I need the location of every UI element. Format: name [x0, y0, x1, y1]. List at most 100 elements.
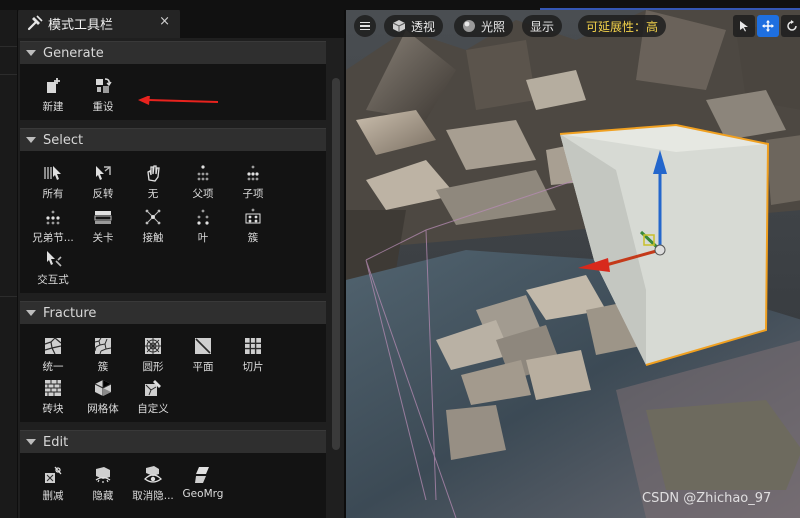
custom-icon [145, 380, 161, 396]
leaf-icon [197, 209, 209, 225]
section-header-edit[interactable]: Edit [20, 430, 326, 453]
panel-scrollbar[interactable] [332, 78, 340, 450]
tool-label: 切片 [242, 361, 264, 373]
lighting-label: 光照 [481, 19, 506, 34]
select-mode-button[interactable] [733, 15, 755, 37]
lighting-button[interactable]: 光照 [454, 15, 514, 37]
brick-icon [45, 380, 61, 396]
tool-plane[interactable]: 平面 [178, 336, 228, 378]
tool-label: 平面 [192, 361, 214, 373]
tool-cluster-fracture[interactable]: 簇 [78, 336, 128, 378]
tool-label: 新建 [42, 101, 64, 113]
rock [766, 135, 800, 205]
section-title: Edit [43, 434, 69, 450]
tool-uniform[interactable]: 统一 [28, 336, 78, 378]
section-title: Fracture [43, 305, 97, 321]
tool-reset[interactable]: 重设 [78, 76, 128, 118]
tool-label: 兄弟节... [32, 232, 74, 244]
tool-interactive[interactable]: 交互式 [28, 249, 78, 291]
tool-level[interactable]: 关卡 [78, 207, 128, 249]
tool-cluster[interactable]: 簇 [228, 207, 278, 249]
tool-label: 父项 [192, 188, 214, 200]
tool-leaf[interactable]: 叶 [178, 207, 228, 249]
chevron-down-icon [26, 310, 36, 316]
hamburger-icon-line [360, 21, 370, 24]
dock-divider [0, 74, 17, 75]
hide-icon [95, 467, 111, 483]
viewport-scene [346, 10, 800, 518]
tool-contact[interactable]: 接触 [128, 207, 178, 249]
siblings-icon [46, 210, 60, 225]
tool-label: 子项 [242, 188, 264, 200]
tool-mesh[interactable]: 网格体 [78, 378, 128, 420]
tool-label: 交互式 [37, 274, 69, 286]
tab-mode-toolbar[interactable]: 模式工具栏 × [18, 8, 180, 38]
tool-label: 重设 [92, 101, 114, 113]
cluster-fracture-icon [94, 337, 112, 355]
tool-select-all[interactable]: 所有 [28, 163, 78, 205]
tool-label: 簇 [247, 232, 259, 244]
tool-custom[interactable]: 自定义 [128, 378, 178, 420]
tool-label: 统一 [42, 361, 64, 373]
tool-brick[interactable]: 砖块 [28, 378, 78, 420]
section-header-fracture[interactable]: Fracture [20, 301, 326, 324]
hamburger-icon-line [360, 25, 370, 27]
tool-radial[interactable]: 圆形 [128, 336, 178, 378]
dock-divider [0, 296, 17, 297]
tool-label: 关卡 [92, 232, 114, 244]
tool-label: 无 [147, 188, 159, 200]
tool-parent[interactable]: 父项 [178, 163, 228, 205]
tool-hide[interactable]: 隐藏 [78, 465, 128, 507]
section-header-select[interactable]: Select [20, 128, 326, 151]
panel-content: Generate 新建 重设 Select 所有 反转 无 父项 子项 兄弟节.… [18, 38, 344, 518]
tool-children[interactable]: 子项 [228, 163, 278, 205]
rotate-mode-button[interactable] [781, 15, 800, 37]
prune-icon [45, 466, 62, 483]
viewport-menu-button[interactable] [354, 15, 376, 37]
show-button[interactable]: 显示 [522, 15, 563, 37]
perspective-button[interactable]: 透视 [384, 15, 444, 37]
unhide-icon [144, 466, 162, 483]
mode-toolbar-panel: 模式工具栏 × Generate 新建 重设 Select 所有 反转 无 父项… [18, 0, 344, 518]
children-icon [247, 165, 259, 181]
uniform-icon [44, 337, 62, 355]
move-icon [762, 20, 774, 32]
scalability-button[interactable]: 可延展性：高 [578, 15, 667, 37]
tool-new[interactable]: 新建 [28, 76, 78, 118]
tool-invert[interactable]: 反转 [78, 163, 128, 205]
tool-label: 网格体 [87, 403, 119, 415]
tool-label: 砖块 [42, 403, 64, 415]
tool-label: 反转 [92, 188, 114, 200]
cube-icon [392, 20, 406, 32]
section-header-generate[interactable]: Generate [20, 41, 326, 64]
tool-label: 取消隐... [132, 490, 174, 502]
gizmo-center[interactable] [654, 244, 666, 256]
level-viewport[interactable]: 透视 光照 显示 可延展性：高 CSDN @Zhichao_97 [344, 10, 800, 518]
tool-unhide[interactable]: 取消隐... [128, 465, 178, 507]
section-title: Select [43, 132, 84, 148]
level-icon [94, 211, 112, 224]
tool-siblings[interactable]: 兄弟节... [28, 207, 78, 249]
radial-icon [145, 338, 161, 354]
tool-select-none[interactable]: 无 [128, 163, 178, 205]
tool-label: 所有 [42, 188, 64, 200]
dock-divider [0, 46, 17, 47]
geomerge-icon [195, 467, 209, 483]
cursor-icon [740, 21, 748, 32]
select-none-icon [147, 165, 160, 182]
contact-icon [145, 209, 161, 225]
close-icon[interactable]: × [159, 14, 170, 29]
hammer-icon [27, 15, 43, 31]
chevron-down-icon [26, 439, 36, 445]
tool-prune[interactable]: 删减 [28, 465, 78, 507]
tool-label: 删减 [42, 490, 64, 502]
translate-mode-button[interactable] [757, 15, 779, 37]
tool-label: 接触 [142, 232, 164, 244]
tool-geomerge[interactable]: GeoMrg [178, 465, 228, 507]
mesh-icon [94, 380, 112, 396]
show-label: 显示 [530, 19, 555, 34]
rock [466, 40, 536, 110]
chevron-down-icon [26, 50, 36, 56]
tool-slice[interactable]: 切片 [228, 336, 278, 378]
section-body-generate: 新建 重设 [20, 64, 326, 120]
